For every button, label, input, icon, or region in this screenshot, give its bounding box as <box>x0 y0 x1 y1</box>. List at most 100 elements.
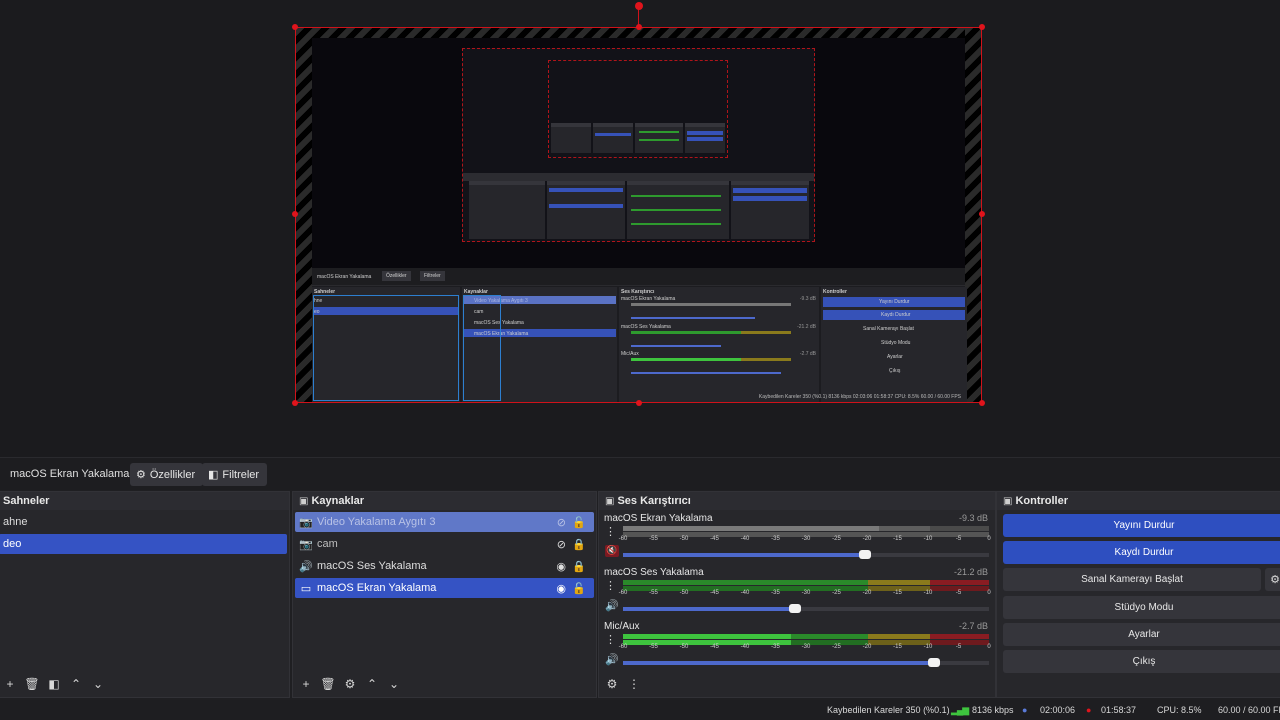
eye-icon[interactable]: ◉ <box>556 582 566 595</box>
fader-knob[interactable] <box>858 550 871 559</box>
nested-channel-name: Mic/Aux <box>621 351 639 357</box>
properties-button[interactable]: ⚙ Özellikler <box>130 463 204 486</box>
eye-icon[interactable]: ◉ <box>556 560 566 573</box>
sources-dock: ▣ Kaynaklar 📷 Video Yakalama Aygıtı 3 ⊘ … <box>292 491 597 698</box>
nested-fader <box>631 372 781 374</box>
start-virtual-camera-button[interactable]: Sanal Kamerayı Başlat <box>1003 568 1261 591</box>
nested-scenes-dock: Sahneler hne eo <box>312 287 460 402</box>
advanced-audio-gear-icon[interactable]: ⚙ <box>603 675 621 693</box>
eye-hidden-icon[interactable]: ⊘ <box>557 538 566 551</box>
stop-recording-button[interactable]: Kaydı Durdur <box>1003 541 1280 564</box>
speaker-icon[interactable]: 🔊 <box>605 599 619 612</box>
meter-scale-tick: -20 <box>862 590 872 596</box>
source-item-cam[interactable]: 📷 cam ⊘ 🔒 <box>295 534 594 554</box>
meter-scale-tick: -35 <box>771 536 780 542</box>
status-bar: Kaybedilen Kareler 350 (%0.1) ▂▄▆ 8136 k… <box>0 700 1280 720</box>
resize-handle-top[interactable] <box>636 24 642 30</box>
unlock-icon[interactable]: 🔓 <box>572 582 586 595</box>
exit-button[interactable]: Çıkış <box>1003 650 1280 673</box>
dock-float-icon[interactable]: ▣ <box>605 496 614 507</box>
nested-mini-meter <box>631 223 721 225</box>
filters-button[interactable]: ◧ Filtreler <box>202 463 268 486</box>
mixer-dock-title: ▣ Ses Karıştırıcı <box>599 492 995 510</box>
add-source-icon[interactable]: + <box>297 675 315 693</box>
move-down-icon[interactable]: ⌄ <box>89 675 107 693</box>
resize-handle-top-right[interactable] <box>979 24 985 30</box>
volume-fader[interactable] <box>623 658 989 667</box>
bitrate: 8136 kbps <box>972 705 1014 715</box>
channel-db: -21.2 dB <box>953 567 988 577</box>
settings-button[interactable]: Ayarlar <box>1003 623 1280 646</box>
mute-icon[interactable]: 🔇 <box>605 545 619 557</box>
nested-channel-db: -9.3 dB <box>799 296 816 302</box>
nested-mini-row <box>595 133 631 136</box>
nested-mini-panel <box>551 123 591 153</box>
meter-scale-tick: 0 <box>987 536 991 542</box>
stop-streaming-button[interactable]: Yayını Durdur <box>1003 514 1280 537</box>
mixer-menu-icon[interactable]: ⋮ <box>625 675 643 693</box>
source-item-screen-selected[interactable]: ▭ macOS Ekran Yakalama ◉ 🔓 <box>295 578 594 598</box>
studio-mode-button[interactable]: Stüdyo Modu <box>1003 596 1280 619</box>
resize-handle-bottom-left[interactable] <box>292 400 298 406</box>
lock-icon[interactable]: 🔒 <box>572 560 586 573</box>
preview-area[interactable]: macOS Ekran Yakalama Özellikler Filtrele… <box>0 0 1280 457</box>
volume-meter <box>623 526 989 531</box>
channel-menu-icon[interactable]: ⋮ <box>605 579 616 592</box>
resize-handle-right[interactable] <box>979 211 985 217</box>
fader-knob[interactable] <box>789 604 802 613</box>
nested-mini-button <box>687 131 723 135</box>
source-item-audio[interactable]: 🔊 macOS Ses Yakalama ◉ 🔒 <box>295 556 594 576</box>
meter-scale: -60 -55 -50 -45 -40 -35 -30 -25 -20 -15 -10 -5 0 <box>619 644 991 653</box>
scene-item-selected[interactable]: deo <box>0 534 287 554</box>
channel-menu-icon[interactable]: ⋮ <box>605 633 616 646</box>
meter-level-muted <box>623 526 880 531</box>
dock-float-icon[interactable]: ▣ <box>1003 496 1012 507</box>
trash-icon[interactable]: 🗑 <box>23 675 41 693</box>
record-time: 01:58:37 <box>1101 705 1137 715</box>
mixer-title: Ses Karıştırıcı <box>617 495 691 507</box>
fader-fill <box>623 553 865 557</box>
camera-icon: 📷 <box>299 516 313 529</box>
add-scene-icon[interactable]: + <box>1 675 19 693</box>
source-settings-gear-icon[interactable]: ⚙ <box>341 675 359 693</box>
unlock-icon[interactable]: 🔓 <box>572 516 586 529</box>
controls-dock-title: ▣ Kontroller <box>997 492 1280 510</box>
scene-filters-icon[interactable]: ◧ <box>45 675 63 693</box>
signal-bars-icon: ▂▄▆ <box>951 705 969 715</box>
nested-meter-yellow <box>741 331 791 334</box>
move-down-icon[interactable]: ⌄ <box>385 675 403 693</box>
scenes-dock-title: Sahneler <box>0 492 289 510</box>
channel-menu-icon[interactable]: ⋮ <box>605 525 616 538</box>
volume-fader[interactable] <box>623 550 989 559</box>
lock-icon[interactable]: 🔒 <box>572 538 586 551</box>
resize-handle-left[interactable] <box>292 211 298 217</box>
filter-icon: ◧ <box>208 469 219 481</box>
dock-float-icon[interactable]: ▣ <box>299 496 308 507</box>
move-up-icon[interactable]: ⌃ <box>67 675 85 693</box>
eye-hidden-icon[interactable]: ⊘ <box>557 516 566 529</box>
cpu-usage: CPU: 8.5% <box>1157 705 1202 715</box>
nested-meter <box>631 303 791 306</box>
nested-channel-db: -21.2 dB <box>797 324 816 330</box>
source-item-video-capture[interactable]: 📷 Video Yakalama Aygıtı 3 ⊘ 🔓 <box>295 512 594 532</box>
resize-handle-bottom[interactable] <box>636 400 642 406</box>
selected-source-bounding-box[interactable]: macOS Ekran Yakalama Özellikler Filtrele… <box>295 27 982 403</box>
nested-obs-window: macOS Ekran Yakalama Özellikler Filtrele… <box>312 268 967 402</box>
scene-item[interactable]: ahne <box>0 512 287 532</box>
speaker-icon[interactable]: 🔊 <box>605 653 619 666</box>
resize-handle-bottom-right[interactable] <box>979 400 985 406</box>
rotation-handle[interactable] <box>635 2 643 10</box>
nested-source-toolbar: macOS Ekran Yakalama Özellikler Filtrele… <box>312 268 965 286</box>
nested-capture-level-2 <box>548 60 728 158</box>
mixer-channel: macOS Ses Yakalama -21.2 dB ⋮ -60 -55 -50-… <box>603 565 991 617</box>
meter-scale-tick: -10 <box>923 644 933 650</box>
virtual-camera-gear-icon[interactable]: ⚙ <box>1265 568 1280 591</box>
meter-scale-tick: -55 <box>649 536 658 542</box>
fader-knob[interactable] <box>928 658 941 667</box>
trash-icon[interactable]: 🗑 <box>319 675 337 693</box>
source-item-label: macOS Ekran Yakalama <box>317 582 437 594</box>
volume-fader[interactable] <box>623 604 989 613</box>
resize-handle-top-left[interactable] <box>292 24 298 30</box>
move-up-icon[interactable]: ⌃ <box>363 675 381 693</box>
source-item-label: cam <box>317 538 338 550</box>
